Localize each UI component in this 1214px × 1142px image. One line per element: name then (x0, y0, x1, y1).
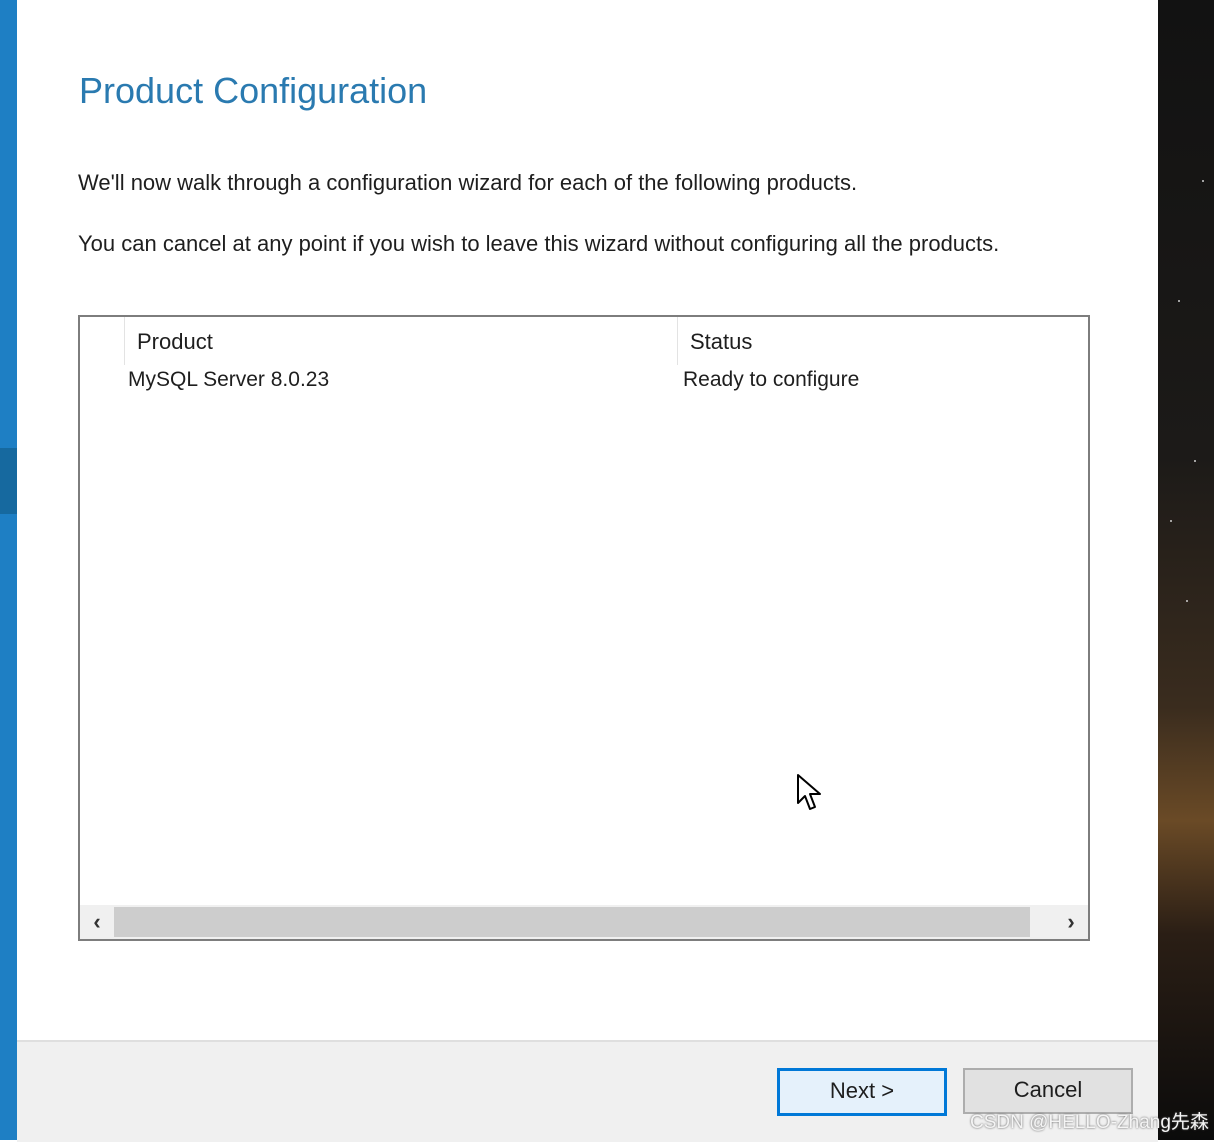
desktop-background (1158, 0, 1214, 1140)
status-cell: Ready to configure (683, 368, 860, 391)
side-bar-step-marker (0, 448, 17, 514)
intro-text: We'll now walk through a configuration w… (78, 170, 858, 195)
wizard-window: Product Configuration We'll now walk thr… (17, 0, 1158, 1142)
wizard-side-bar (0, 0, 17, 1140)
chevron-right-icon[interactable]: › (1054, 905, 1088, 939)
products-list-view[interactable]: Product Status MySQL Server 8.0.23 Ready… (78, 315, 1090, 941)
scrollbar-thumb[interactable] (114, 907, 1030, 937)
column-header-status[interactable]: Status (677, 317, 1090, 365)
cancel-note-text: You can cancel at any point if you wish … (78, 231, 1000, 256)
watermark-text: CSDN @HELLO-Zhang先森 (970, 1112, 1209, 1133)
chevron-left-icon[interactable]: ‹ (80, 905, 114, 939)
page-title: Product Configuration (79, 70, 428, 111)
next-button[interactable]: Next > (777, 1068, 947, 1116)
mouse-pointer-icon (797, 774, 821, 810)
product-name-cell: MySQL Server 8.0.23 (128, 368, 330, 391)
horizontal-scrollbar[interactable]: ‹ › (80, 905, 1088, 939)
column-header-product[interactable]: Product (124, 317, 677, 365)
